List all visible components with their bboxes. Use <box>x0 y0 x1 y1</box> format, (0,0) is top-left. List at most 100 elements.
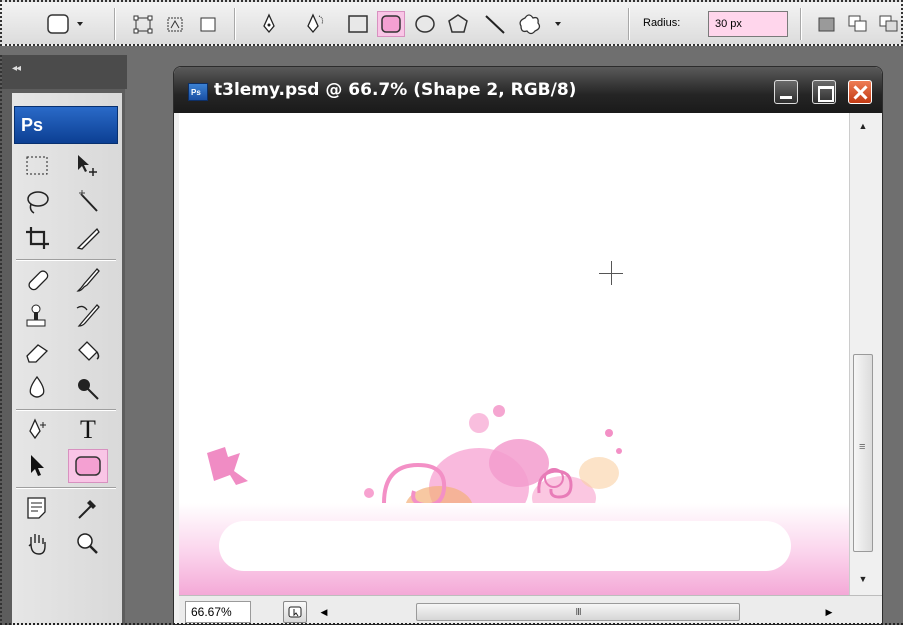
slice-tool[interactable] <box>68 221 108 255</box>
hand-icon <box>28 534 46 555</box>
psd-file-icon: Ps <box>188 83 208 101</box>
rounded-rectangle-preset-icon <box>47 14 83 34</box>
separator <box>628 8 629 40</box>
line-tool-option[interactable] <box>482 11 508 37</box>
dodge-tool[interactable] <box>68 371 108 405</box>
zoom-level-input[interactable]: 66.67% <box>185 601 251 623</box>
tools-panel-header: ◂◂ <box>2 55 127 89</box>
move-tool[interactable] <box>68 149 108 183</box>
crop-tool[interactable] <box>18 221 58 255</box>
fill-pixels-icon <box>200 17 216 32</box>
custom-shape-icon <box>519 14 561 35</box>
marquee-tool[interactable] <box>18 149 58 183</box>
separator <box>16 259 116 260</box>
close-button[interactable] <box>848 80 872 104</box>
scroll-down-arrow[interactable]: ▼ <box>850 568 876 590</box>
scroll-left-arrow[interactable]: ◀ <box>317 601 331 623</box>
custom-shape-tool-option[interactable] <box>515 11 573 37</box>
add-shape-area-icon <box>848 15 867 32</box>
options-bar: Radius: 30 px <box>0 0 903 46</box>
fill-pixels-button[interactable] <box>195 11 221 37</box>
radius-label: Radius: <box>643 17 681 29</box>
lasso-tool[interactable] <box>18 185 58 219</box>
line-icon <box>485 15 505 34</box>
history-brush-tool[interactable] <box>68 299 108 333</box>
stamp-icon <box>26 304 46 327</box>
pen-tool-option[interactable] <box>256 11 282 37</box>
ellipse-tool-option[interactable] <box>412 11 438 37</box>
shape-layers-icon <box>133 15 153 34</box>
ellipse-icon <box>415 15 435 33</box>
scroll-grip: ≡ <box>859 441 866 453</box>
eyedropper-tool[interactable] <box>68 491 108 525</box>
eraser-icon <box>26 344 49 363</box>
rectangle-icon <box>348 15 368 33</box>
eyedropper-icon <box>78 500 96 519</box>
document-info-icon <box>288 606 302 618</box>
document-canvas[interactable] <box>179 113 849 595</box>
rounded-rectangle-icon <box>381 15 401 33</box>
maximize-button[interactable] <box>812 80 836 104</box>
rounded-rectangle-tool[interactable] <box>68 449 108 483</box>
create-new-shape-layer-button[interactable] <box>814 11 840 37</box>
magic-wand-tool[interactable] <box>68 185 108 219</box>
separator <box>800 8 801 40</box>
history-brush-icon <box>76 304 100 327</box>
hand-tool[interactable] <box>18 527 58 561</box>
status-bar: 66.67% ◀ III ▶ <box>179 595 882 624</box>
separator <box>16 409 116 410</box>
magic-wand-icon <box>79 190 98 212</box>
vertical-scrollbar[interactable]: ▲ ≡ ▼ <box>849 113 875 595</box>
rectangular-marquee-icon <box>26 156 48 175</box>
subtract-shape-area-button[interactable] <box>876 11 902 37</box>
freeform-pen-icon <box>307 13 324 34</box>
spot-healing-brush-tool[interactable] <box>18 263 58 297</box>
tool-preset-picker[interactable] <box>44 11 92 37</box>
shape-layers-button[interactable] <box>130 11 156 37</box>
scroll-up-arrow[interactable]: ▲ <box>850 115 876 137</box>
clone-stamp-tool[interactable] <box>18 299 58 333</box>
document-info-button[interactable] <box>283 601 307 623</box>
vertical-scroll-thumb[interactable]: ≡ <box>853 354 873 552</box>
rounded-rectangle-icon <box>75 456 101 476</box>
separator <box>16 487 116 488</box>
paint-bucket-icon <box>78 341 100 361</box>
crop-icon <box>26 227 49 249</box>
document-title: t3lemy.psd @ 66.7% (Shape 2, RGB/8) <box>214 80 577 100</box>
rectangle-tool-option[interactable] <box>345 11 371 37</box>
tools-panel: ◂◂ Ps T <box>0 55 127 625</box>
zoom-tool[interactable] <box>68 527 108 561</box>
type-tool[interactable]: T <box>68 413 108 447</box>
polygon-tool-option[interactable] <box>445 11 471 37</box>
lasso-icon <box>27 191 49 214</box>
separator <box>234 8 235 40</box>
document-title-bar[interactable]: Ps t3lemy.psd @ 66.7% (Shape 2, RGB/8) <box>174 67 882 113</box>
freeform-pen-option[interactable] <box>302 11 332 37</box>
notes-tool[interactable] <box>18 491 58 525</box>
path-selection-tool[interactable] <box>18 449 58 483</box>
subtract-shape-area-icon <box>879 15 898 32</box>
pen-tool[interactable] <box>18 413 58 447</box>
slice-knife-icon <box>76 227 100 250</box>
rounded-rectangle-tool-option[interactable] <box>377 11 405 37</box>
eraser-tool[interactable] <box>18 335 58 369</box>
tools-panel-body: Ps T <box>12 93 122 625</box>
photoshop-logo[interactable]: Ps <box>14 106 118 144</box>
paint-bucket-tool[interactable] <box>68 335 108 369</box>
blur-tool[interactable] <box>18 371 58 405</box>
move-icon <box>78 155 97 176</box>
horizontal-scroll-thumb[interactable]: III <box>416 603 740 621</box>
brush-tool[interactable] <box>68 263 108 297</box>
bandage-icon <box>28 270 49 291</box>
rounded-rectangle-shape[interactable] <box>219 521 791 571</box>
crosshair-cursor-vertical <box>611 261 612 285</box>
collapse-panel-button[interactable]: ◂◂ <box>12 63 21 74</box>
arrow-cursor-icon <box>31 455 44 476</box>
paths-button[interactable] <box>162 11 188 37</box>
water-drop-icon <box>29 375 45 398</box>
minimize-button[interactable] <box>774 80 798 104</box>
notes-icon <box>27 497 46 519</box>
scroll-right-arrow[interactable]: ▶ <box>822 601 836 623</box>
radius-input[interactable]: 30 px <box>708 11 788 37</box>
add-to-shape-area-button[interactable] <box>845 11 871 37</box>
